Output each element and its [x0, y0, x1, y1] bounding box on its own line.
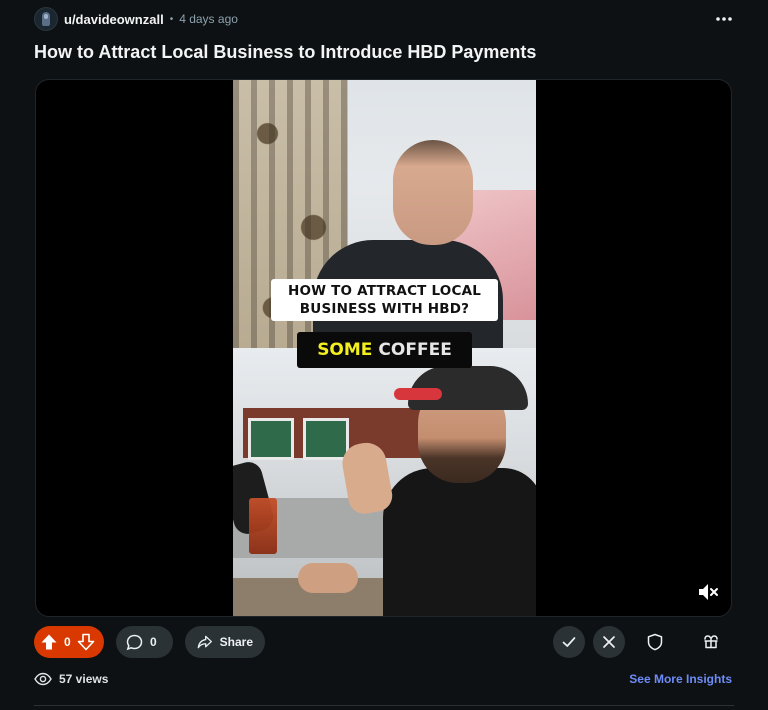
views-icon — [34, 672, 52, 686]
post-meta: u/davideownzall • 4 days ago — [34, 7, 238, 31]
upvote-icon — [41, 634, 57, 650]
video-player[interactable]: HOW TO ATTRACT LOCAL BUSINESS WITH HBD? … — [35, 79, 732, 617]
post-actions: 0 0 Share — [34, 626, 734, 658]
caption-line-2: BUSINESS WITH HBD? — [299, 301, 470, 317]
downvote-icon — [77, 633, 94, 651]
approve-button[interactable] — [553, 626, 585, 658]
award-icon — [704, 635, 718, 649]
volume-mute-icon — [699, 584, 718, 600]
comment-count: 0 — [150, 635, 157, 649]
overflow-menu-button[interactable] — [710, 8, 738, 30]
upvote-button[interactable] — [40, 633, 58, 651]
avatar[interactable] — [34, 7, 58, 31]
post-title[interactable]: How to Attract Local Business to Introdu… — [34, 40, 536, 64]
post-card: u/davideownzall • 4 days ago How to Attr… — [0, 0, 768, 710]
video-caption-answer: SOME COFFEE — [297, 332, 472, 368]
share-button[interactable]: Share — [185, 626, 265, 658]
caption-line-1: HOW TO ATTRACT LOCAL — [287, 283, 482, 299]
share-icon — [197, 635, 212, 649]
mute-toggle-button[interactable] — [694, 578, 722, 606]
meta-separator: • — [169, 13, 174, 25]
video-caption-question: HOW TO ATTRACT LOCAL BUSINESS WITH HBD? — [271, 279, 498, 321]
video-scene-bottom — [233, 348, 536, 616]
caption-rest: COFFEE — [378, 340, 452, 360]
vote-group: 0 — [34, 626, 104, 658]
author-link[interactable]: u/davideownzall — [64, 12, 164, 27]
views-stat: 57 views — [34, 670, 108, 688]
overflow-menu-icon — [716, 17, 732, 21]
approve-icon — [562, 637, 576, 647]
remove-icon — [603, 636, 615, 648]
remove-button[interactable] — [593, 626, 625, 658]
comment-icon — [126, 634, 143, 650]
vote-count: 0 — [64, 635, 71, 649]
award-button[interactable] — [695, 626, 727, 658]
views-count: 57 views — [59, 672, 109, 686]
video-frame: HOW TO ATTRACT LOCAL BUSINESS WITH HBD? … — [233, 80, 536, 616]
share-label: Share — [219, 635, 253, 649]
comments-button[interactable]: 0 — [116, 626, 173, 658]
shield-icon — [647, 633, 663, 651]
caption-highlight: SOME — [317, 340, 373, 360]
divider — [34, 705, 734, 706]
post-timestamp: 4 days ago — [179, 12, 238, 26]
downvote-button[interactable] — [77, 633, 95, 651]
mod-shield-button[interactable] — [639, 626, 671, 658]
see-more-insights-link[interactable]: See More Insights — [629, 672, 732, 686]
